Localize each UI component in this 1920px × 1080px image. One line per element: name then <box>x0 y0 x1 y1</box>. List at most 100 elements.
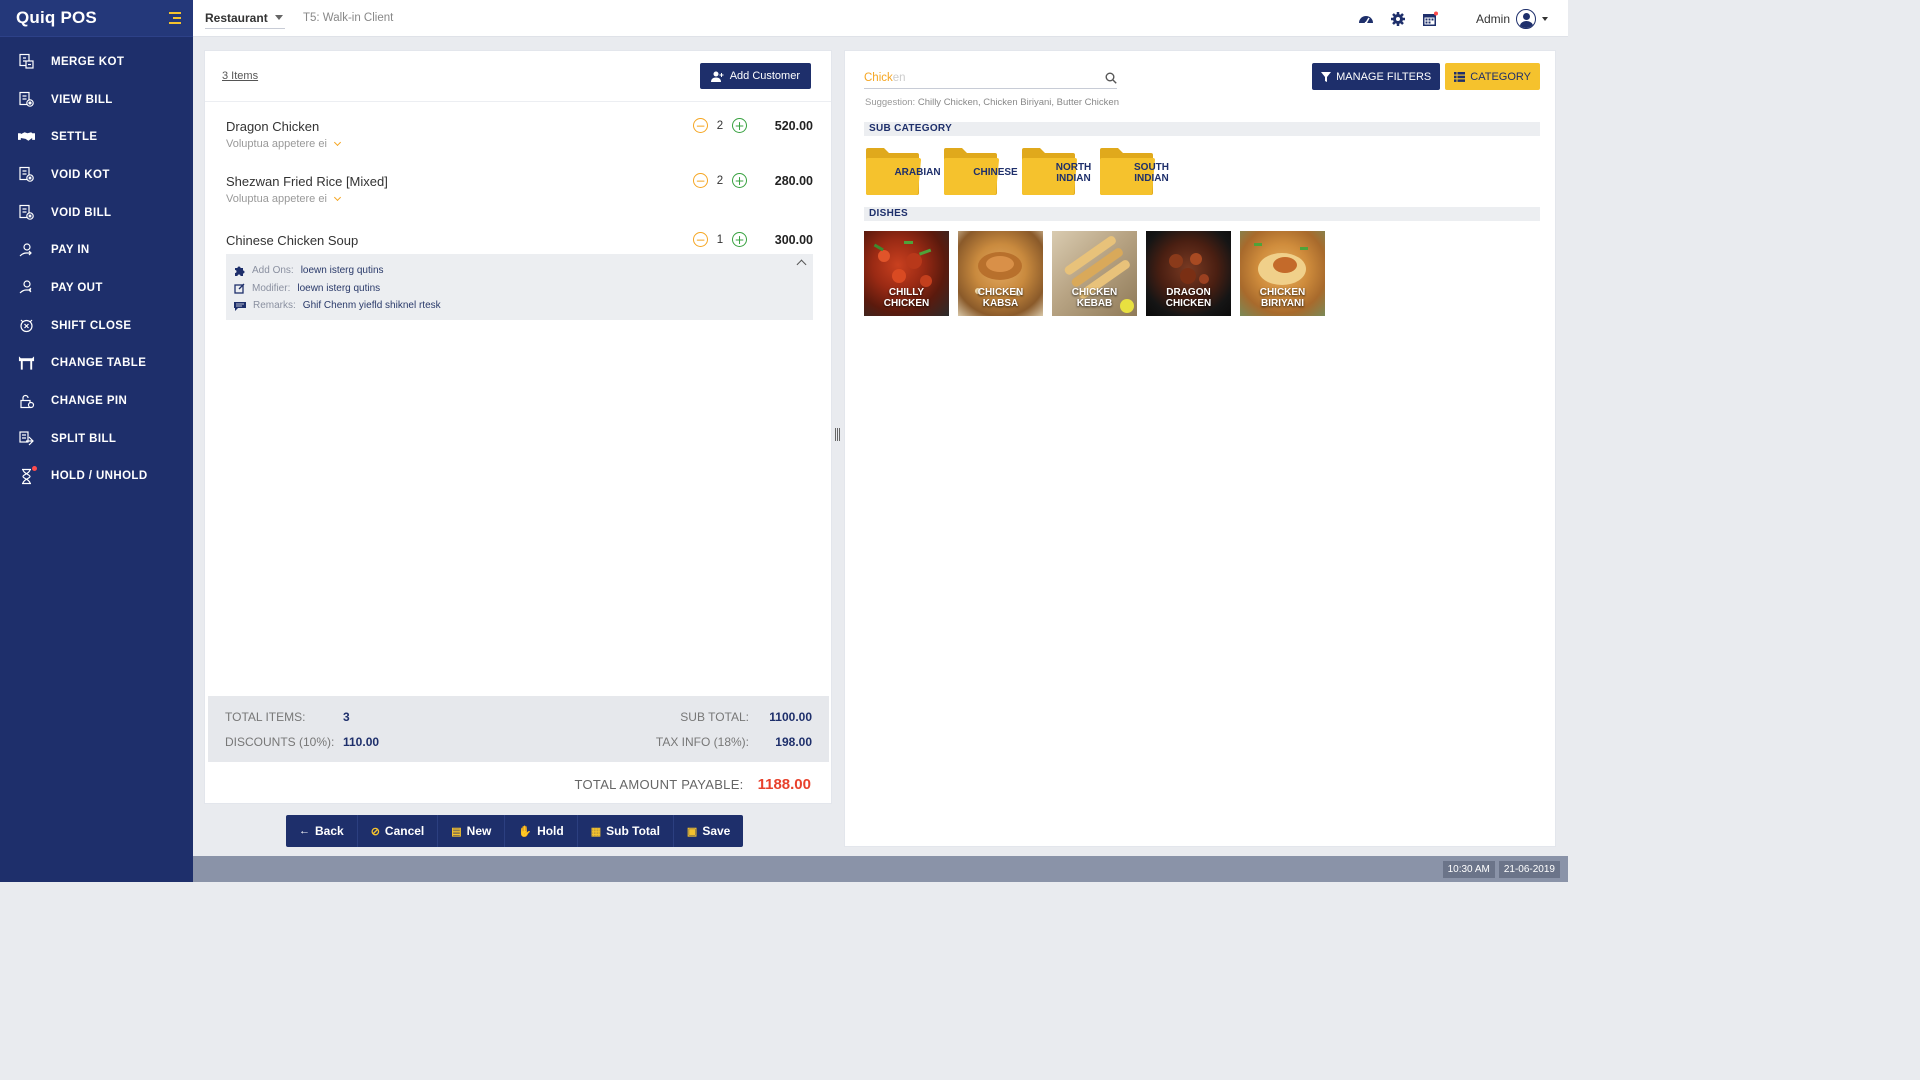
dish-label: CHICKEN KABSA <box>958 287 1043 309</box>
increase-qty-button[interactable]: + <box>732 173 747 188</box>
sidebar-item-view-bill[interactable]: VIEW BILL <box>0 81 193 119</box>
hold-button[interactable]: ✋ Hold <box>505 815 578 847</box>
table-client-label: T5: Walk-in Client <box>303 12 394 24</box>
total-payable: TOTAL AMOUNT PAYABLE: 1188.00 <box>575 776 812 793</box>
location-select[interactable]: Restaurant <box>205 7 285 29</box>
order-item-note[interactable]: Voluptua appetere ei <box>226 138 341 150</box>
category-label: CATEGORY <box>1470 70 1531 83</box>
order-item-note[interactable]: Voluptua appetere ei <box>226 193 341 205</box>
search-icon[interactable] <box>1105 72 1117 84</box>
sub-category-heading: SUB CATEGORY <box>864 122 1540 136</box>
dish-tile[interactable]: CHILLY CHICKEN <box>864 231 949 316</box>
sub-category-chinese[interactable]: CHINESE <box>942 146 1027 197</box>
chevron-down-icon <box>275 15 283 20</box>
sub-category-label: SOUTH INDIAN <box>1120 162 1183 184</box>
sub-category-south-indian[interactable]: SOUTH INDIAN <box>1098 146 1183 197</box>
modifier-row: Modifier: loewn isterg qutins <box>234 280 805 298</box>
quantity-value: 2 <box>716 174 724 187</box>
sub-category-arabian[interactable]: ARABIAN <box>864 146 949 197</box>
sidebar-item-shift-close[interactable]: SHIFT CLOSE <box>0 307 193 345</box>
item-details-panel: Add Ons: loewn isterg qutins Modifier: l… <box>226 254 813 320</box>
status-date: 21-06-2019 <box>1498 860 1560 878</box>
sidebar-item-change-pin[interactable]: CHANGE PIN <box>0 382 193 420</box>
dish-label-line: CHICKEN <box>977 287 1024 298</box>
dish-tile[interactable]: CHICKEN KABSA <box>958 231 1043 316</box>
sub-category-label-line: CHINESE <box>973 167 1018 178</box>
sidebar-item-pay-in[interactable]: PAY IN <box>0 231 193 269</box>
sub-category-label: NORTH INDIAN <box>1042 162 1105 184</box>
decrease-qty-button[interactable]: − <box>693 173 708 188</box>
sidebar-item-void-bill[interactable]: VOID BILL <box>0 194 193 232</box>
new-button[interactable]: ▤ New <box>438 815 506 847</box>
void-bill-icon <box>18 204 35 221</box>
decrease-qty-button[interactable]: − <box>693 118 708 133</box>
suggestion-values[interactable]: Chilly Chicken, Chicken Biriyani, Butter… <box>918 97 1119 108</box>
view-bill-icon <box>18 91 35 108</box>
avatar <box>1516 8 1536 29</box>
save-button[interactable]: ▣ Save <box>674 815 743 847</box>
sidebar-item-pay-out[interactable]: PAY OUT <box>0 269 193 307</box>
hourglass-icon <box>18 465 37 485</box>
category-button[interactable]: CATEGORY <box>1445 63 1540 90</box>
search-input[interactable]: Chicken <box>864 67 1117 89</box>
sidebar-item-void-kot[interactable]: VOID KOT <box>0 156 193 194</box>
increase-qty-button[interactable]: + <box>732 118 747 133</box>
dish-grid: CHILLY CHICKEN CHICKEN KABSA CHICKEN KEBAB … <box>864 231 1325 316</box>
dish-label-line: DRAGON <box>1166 287 1211 298</box>
dish-label-line: CHICKEN <box>883 298 930 309</box>
dish-label-line: CHICKEN <box>1259 287 1306 298</box>
app-logo: Quiq POS <box>16 8 97 27</box>
dishes-heading: DISHES <box>864 207 1540 221</box>
dashboard-icon[interactable] <box>1358 11 1374 27</box>
handshake-icon <box>18 129 35 146</box>
hand-icon: ✋ <box>518 825 533 838</box>
tax-value: 198.00 <box>775 735 812 749</box>
quantity-stepper: − 1 + <box>693 232 747 247</box>
decrease-qty-button[interactable]: − <box>693 232 708 247</box>
dish-label: CHILLY CHICKEN <box>864 287 949 309</box>
order-item-price: 520.00 <box>774 119 813 133</box>
sidebar-item-hold-unhold[interactable]: HOLD / UNHOLD <box>0 458 193 496</box>
split-bill-icon <box>18 430 35 447</box>
quantity-value: 2 <box>716 119 724 132</box>
new-doc-icon: ▤ <box>451 825 462 838</box>
dish-label: CHICKEN BIRIYANI <box>1240 287 1325 309</box>
filter-icon <box>1321 71 1332 82</box>
manage-filters-label: MANAGE FILTERS <box>1336 70 1432 83</box>
gear-icon[interactable] <box>1390 11 1406 27</box>
items-count-link[interactable]: 3 Items <box>222 70 258 82</box>
dish-tile[interactable]: DRAGON CHICKEN <box>1146 231 1231 316</box>
quantity-stepper: − 2 + <box>693 173 747 188</box>
remarks-value: Ghif Chenm yiefld shiknel rtesk <box>302 300 441 312</box>
sidebar-item-merge-kot[interactable]: MERGE KOT <box>0 43 193 81</box>
order-item-note-text: Voluptua appetere ei <box>226 193 327 205</box>
sidebar-item-label: VOID BILL <box>51 206 112 219</box>
sidebar-item-settle[interactable]: SETTLE <box>0 118 193 156</box>
dish-tile[interactable]: CHICKEN KEBAB <box>1052 231 1137 316</box>
ban-icon: ⊘ <box>370 825 380 838</box>
total-items-label: TOTAL ITEMS: <box>225 710 306 724</box>
addons-row: Add Ons: loewn isterg qutins <box>234 262 805 280</box>
chevron-down-icon <box>333 193 341 202</box>
order-item-name: Chinese Chicken Soup <box>226 233 359 248</box>
cancel-label: Cancel <box>384 824 425 838</box>
user-menu[interactable]: Admin <box>1476 8 1548 29</box>
arrow-left-icon: ← <box>299 825 310 837</box>
hamburger-menu-icon[interactable] <box>169 12 181 24</box>
dish-tile[interactable]: CHICKEN BIRIYANI <box>1240 231 1325 316</box>
calendar-icon[interactable] <box>1422 11 1438 27</box>
panel-resize-handle[interactable] <box>835 428 841 441</box>
back-button[interactable]: ← Back <box>286 815 358 847</box>
manage-filters-button[interactable]: MANAGE FILTERS <box>1312 63 1441 90</box>
increase-qty-button[interactable]: + <box>732 232 747 247</box>
sub-category-north-indian[interactable]: NORTH INDIAN <box>1020 146 1105 197</box>
sidebar-item-change-table[interactable]: CHANGE TABLE <box>0 345 193 383</box>
sidebar-item-split-bill[interactable]: SPLIT BILL <box>0 420 193 458</box>
sub-total-button[interactable]: ▦ Sub Total <box>578 815 674 847</box>
notification-dot <box>32 465 37 471</box>
dish-label-line: CHICKEN <box>1071 287 1118 298</box>
modifier-value: loewn isterg qutins <box>297 282 381 294</box>
addons-label: Add Ons: <box>252 265 294 277</box>
add-customer-button[interactable]: Add Customer <box>699 63 811 89</box>
cancel-button[interactable]: ⊘ Cancel <box>358 815 439 847</box>
